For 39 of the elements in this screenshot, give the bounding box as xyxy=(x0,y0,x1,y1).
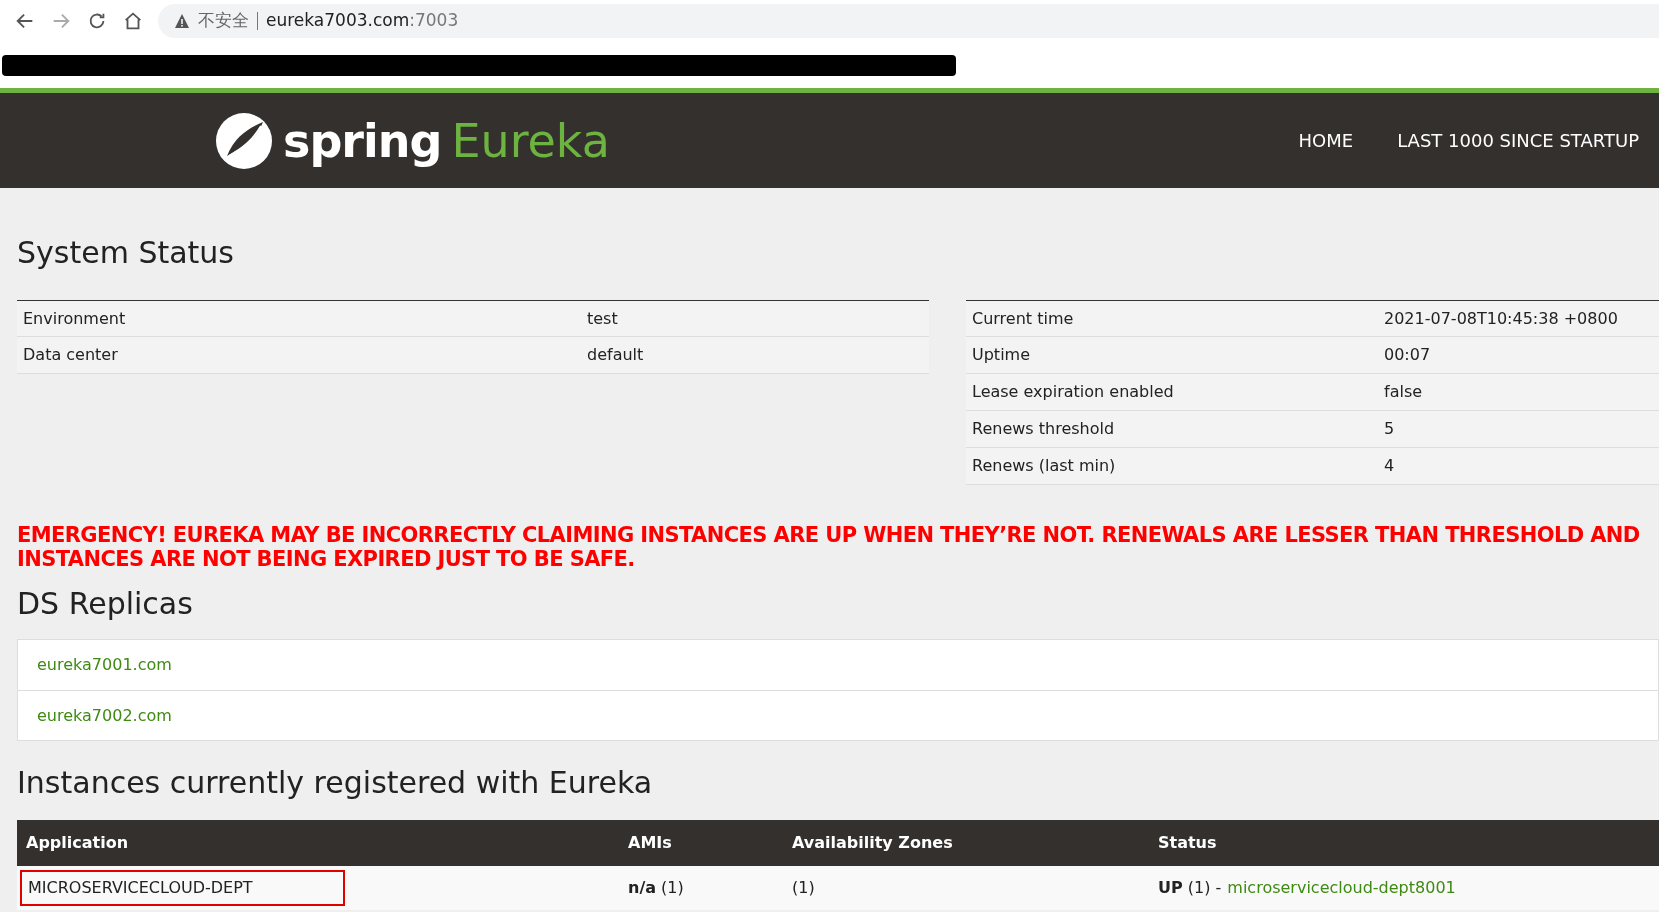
status-value: false xyxy=(1384,381,1423,403)
emergency-warning: INSTANCES ARE NOT BEING EXPIRED JUST TO BE SAFE. xyxy=(17,547,636,571)
column-header: Application xyxy=(26,832,130,854)
amis-cell-text: n/a (1) xyxy=(628,877,685,899)
section-title: System Status xyxy=(17,234,235,272)
home-icon[interactable] xyxy=(122,10,144,32)
status-label: Uptime xyxy=(971,344,1031,366)
url-text: eureka7003.com:7003 xyxy=(266,9,459,33)
status-value: 2021-07-08T10:45:38 +0800 xyxy=(1384,307,1618,330)
status-label: Current time xyxy=(971,307,1075,330)
status-value: 5 xyxy=(1384,418,1395,440)
security-label: 不安全 xyxy=(198,9,249,33)
replica-link[interactable]: eureka7002.com xyxy=(37,703,172,728)
status-cell-text: UP (1) - xyxy=(1158,877,1222,899)
status-value: 00:07 xyxy=(1384,344,1431,366)
status-value: default xyxy=(587,344,644,366)
status-label: Renews (last min) xyxy=(971,455,1117,477)
status-value: test xyxy=(587,307,618,330)
warning-icon xyxy=(174,13,190,29)
replica-link[interactable]: eureka7001.com xyxy=(37,653,172,677)
column-header: AMIs xyxy=(628,832,673,854)
nav-link[interactable]: LAST 1000 SINCE STARTUP xyxy=(1397,127,1639,154)
column-header: Availability Zones xyxy=(792,832,954,854)
status-label: Lease expiration enabled xyxy=(971,381,1175,403)
status-label: Data center xyxy=(22,344,119,366)
status-label: Renews threshold xyxy=(971,418,1116,440)
column-header: Status xyxy=(1158,832,1217,854)
instance-link[interactable]: microservicecloud-dept8001 xyxy=(1227,876,1456,900)
address-bar[interactable]: 不安全 eureka7003.com:7003 xyxy=(158,4,1659,38)
leaf-logo-icon xyxy=(215,111,273,170)
zones-cell-text: (1) xyxy=(792,877,816,899)
emergency-warning: EMERGENCY! EUREKA MAY BE INCORRECTLY CLAIMING INSTANCES ARE UP WHEN THEY’RE NOT. RENEWALS ARE LESSER THAN THRESHOLD AND xyxy=(17,523,1641,547)
section-title: Instances currently registered with Eureka xyxy=(17,764,654,802)
status-label: Environment xyxy=(22,307,127,330)
section-title: DS Replicas xyxy=(17,585,194,623)
status-value: 4 xyxy=(1384,455,1395,477)
product-word: Eureka xyxy=(451,117,610,164)
nav-link[interactable]: HOME xyxy=(1298,127,1354,154)
application-cell: MICROSERVICECLOUD-DEPT xyxy=(20,870,345,906)
